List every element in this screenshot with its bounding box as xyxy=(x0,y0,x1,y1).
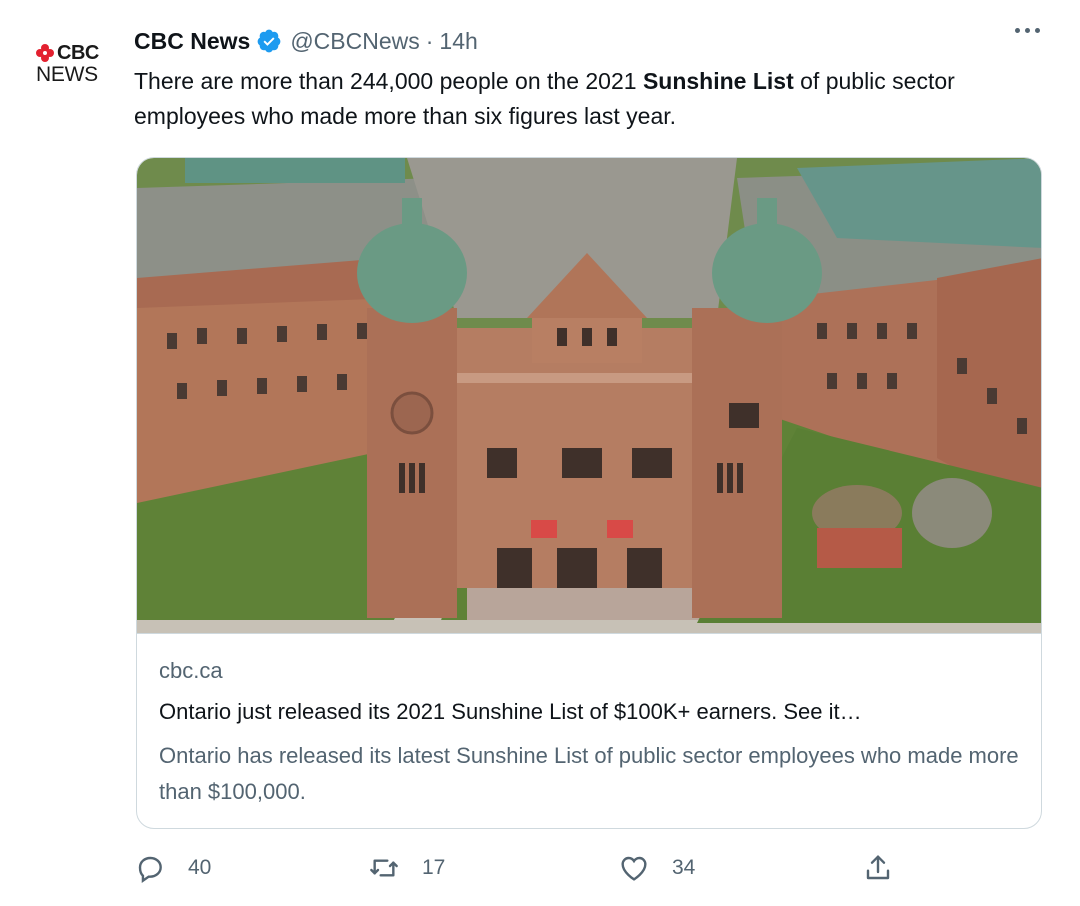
like-count: 34 xyxy=(672,856,696,879)
tweet-timestamp[interactable]: 14h xyxy=(439,28,477,55)
card-title: Ontario just released its 2021 Sunshine … xyxy=(159,699,862,724)
share-icon xyxy=(866,855,890,880)
tweet-text-bold: Sunshine List xyxy=(642,68,794,94)
retweet-icon xyxy=(370,859,398,877)
avatar[interactable]: CBC NEWS xyxy=(30,38,110,98)
retweet-button[interactable]: 17 xyxy=(368,852,445,884)
tweet-actions: 40 17 34 xyxy=(134,852,914,892)
reply-icon xyxy=(138,856,162,883)
logo-news-text: NEWS xyxy=(36,63,98,86)
author-name[interactable]: CBC News xyxy=(134,28,250,55)
cbc-gem-icon xyxy=(36,44,54,62)
tweet-text: There are more than 244,000 people on th… xyxy=(134,64,1044,134)
link-card[interactable]: cbc.ca Ontario just released its 2021 Su… xyxy=(136,157,1042,829)
author-handle[interactable]: @CBCNews xyxy=(290,28,419,55)
like-button[interactable]: 34 xyxy=(618,852,695,884)
logo-cbc-text: CBC xyxy=(57,42,99,64)
cbc-logo: CBC xyxy=(36,42,99,64)
reply-count: 40 xyxy=(188,856,212,879)
card-image[interactable] xyxy=(137,158,1042,633)
reply-button[interactable]: 40 xyxy=(134,852,211,884)
more-icon[interactable] xyxy=(1015,28,1040,33)
tweet[interactable]: CBC NEWS CBC News @CBCNews · 14h There a… xyxy=(0,0,1080,906)
retweet-count: 17 xyxy=(422,856,446,879)
card-description: Ontario has released its latest Sunshine… xyxy=(159,743,1019,804)
tweet-header: CBC News @CBCNews · 14h xyxy=(134,26,478,56)
header-separator: · xyxy=(425,27,434,54)
card-divider xyxy=(137,633,1041,634)
share-button[interactable] xyxy=(862,852,916,884)
tweet-text-part1: There are more than 244,000 people on th… xyxy=(134,68,643,94)
card-domain: cbc.ca xyxy=(159,658,223,683)
like-icon xyxy=(621,856,647,881)
verified-badge-icon xyxy=(257,29,281,53)
